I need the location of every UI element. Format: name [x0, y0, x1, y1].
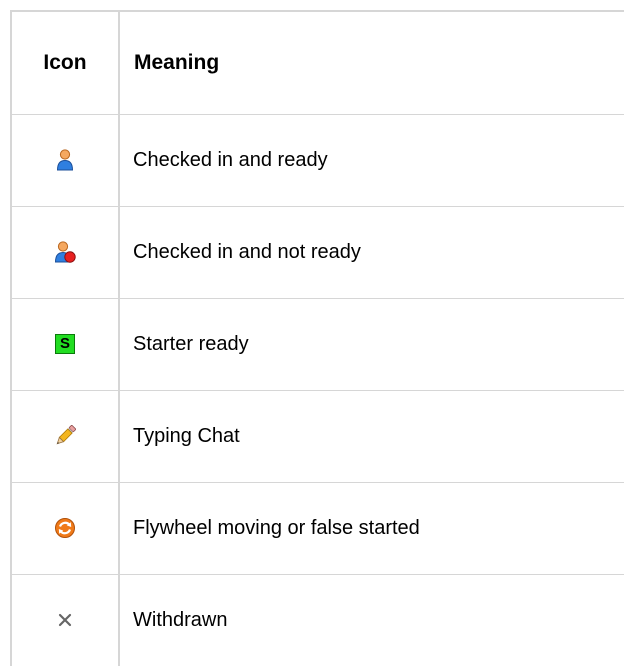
table-row: Withdrawn [10, 573, 624, 666]
table-row: Checked in and ready [10, 113, 624, 207]
icon-legend-table: Icon Meaning Checked in and ready Checke… [10, 10, 624, 666]
icon-cell [10, 389, 120, 483]
icon-cell [10, 205, 120, 299]
table-row: Checked in and not ready [10, 205, 624, 299]
table-row: S Starter ready [10, 297, 624, 391]
icon-cell [10, 113, 120, 207]
meaning-cell: Checked in and ready [118, 113, 624, 207]
user-ready-icon [56, 149, 74, 171]
meaning-cell: Checked in and not ready [118, 205, 624, 299]
table-row: Flywheel moving or false started [10, 481, 624, 575]
pencil-icon [56, 425, 76, 445]
meaning-cell: Starter ready [118, 297, 624, 391]
starter-ready-icon: S [55, 334, 75, 354]
meaning-cell: Typing Chat [118, 389, 624, 483]
icon-column-header: Icon [10, 10, 120, 115]
icon-cell: S [10, 297, 120, 391]
meaning-column-header: Meaning [118, 10, 624, 115]
close-icon [58, 613, 72, 627]
icon-cell [10, 481, 120, 575]
table-row: Typing Chat [10, 389, 624, 483]
meaning-cell: Flywheel moving or false started [118, 481, 624, 575]
refresh-icon [55, 518, 75, 538]
icon-cell [10, 573, 120, 666]
user-not-ready-icon [54, 241, 76, 263]
meaning-cell: Withdrawn [118, 573, 624, 666]
table-header-row: Icon Meaning [10, 10, 624, 115]
